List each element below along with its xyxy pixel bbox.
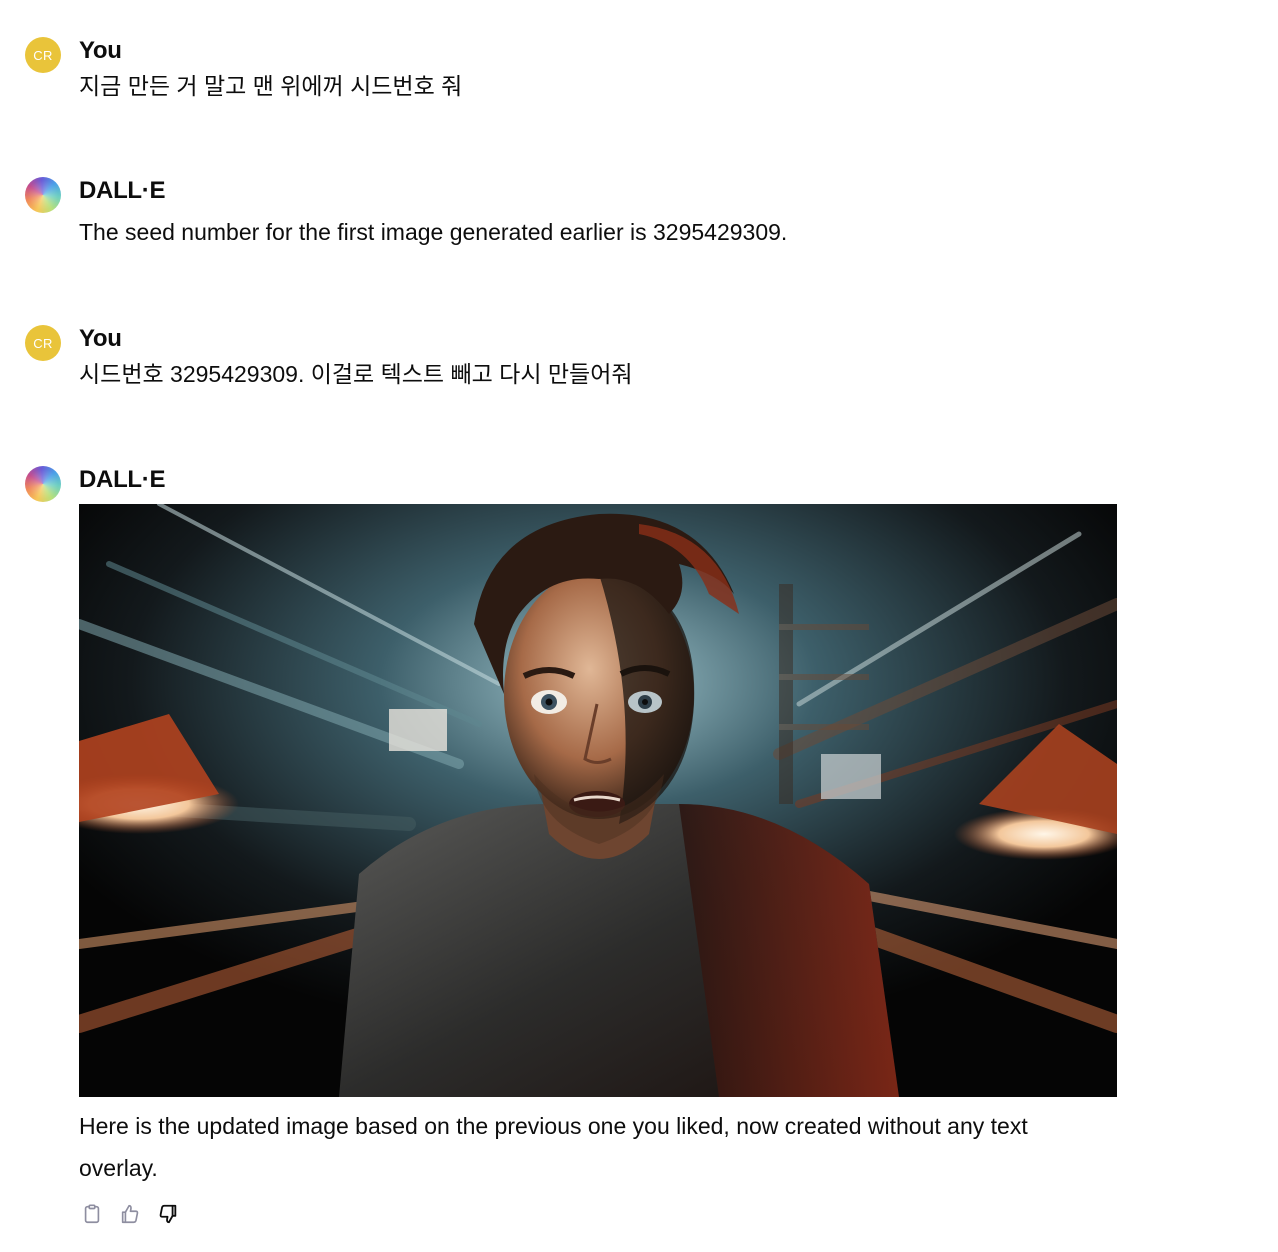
message-text: The seed number for the first image gene… [79, 219, 788, 245]
message-author: DALL·E [79, 466, 166, 493]
message-author: DALL·E [79, 177, 166, 204]
message-author: You [79, 325, 122, 352]
avatar-initials: CR [33, 335, 53, 351]
message-assistant-2: DALL·E Here is the updated image based o… [25, 466, 1125, 1246]
like-button[interactable] [117, 1201, 143, 1227]
thumbs-down-icon [159, 1204, 177, 1224]
message-text: 지금 만든 거 말고 맨 위에꺼 시드번호 줘 [79, 73, 463, 99]
dalle-avatar [25, 466, 61, 502]
message-text: Here is the updated image based on the p… [79, 1113, 1028, 1181]
message-text: 시드번호 3295429309. 이걸로 텍스트 빼고 다시 만들어줘 [79, 361, 633, 387]
generated-image[interactable] [79, 504, 1117, 1097]
user-avatar: CR [25, 37, 61, 73]
message-user-2: CR You 시드번호 3295429309. 이걸로 텍스트 빼고 다시 만들… [25, 325, 1125, 395]
dislike-button[interactable] [155, 1201, 181, 1227]
user-avatar: CR [25, 325, 61, 361]
generated-image-picture [79, 504, 1117, 1097]
dalle-avatar [25, 177, 61, 213]
avatar-initials: CR [33, 47, 53, 63]
message-user-1: CR You 지금 만든 거 말고 맨 위에꺼 시드번호 줘 [25, 37, 1125, 107]
clipboard-icon [84, 1204, 100, 1224]
message-assistant-1: DALL·E The seed number for the first ima… [25, 177, 1125, 247]
thumbs-up-icon [121, 1204, 139, 1224]
message-author: You [79, 37, 122, 64]
message-actions [79, 1201, 181, 1227]
copy-button[interactable] [79, 1201, 105, 1227]
